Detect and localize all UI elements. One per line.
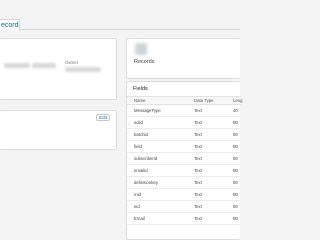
- field-name: solid: [134, 120, 143, 125]
- tab-records[interactable]: ecords: [0, 19, 20, 31]
- table-row: emailid Text 50: [127, 165, 241, 177]
- field-type: Text: [194, 144, 202, 149]
- field-name: emailid: [134, 168, 148, 173]
- field-name: MessageType: [134, 108, 161, 113]
- field-length: 50: [233, 204, 238, 209]
- redacted-owner-name: [65, 67, 101, 72]
- owner-label: Owner: [65, 60, 79, 65]
- field-name: definitionkey: [134, 180, 158, 185]
- table-row: MessageType Text 40: [127, 105, 241, 117]
- table-row: field Text 50: [127, 141, 241, 153]
- details-panel: Owner: [0, 38, 117, 100]
- field-length: 40: [233, 108, 238, 113]
- record-icon: [135, 43, 147, 55]
- table-row: mid Text 50: [127, 189, 241, 201]
- table-row: batchid Text 50: [127, 129, 241, 141]
- description-panel: Edit: [0, 110, 117, 150]
- fields-panel: Fields Name Data Type Leng MessageType T…: [126, 81, 243, 240]
- table-row: eid Text 50: [127, 201, 241, 213]
- field-type: Text: [194, 156, 202, 161]
- field-type: Text: [194, 132, 202, 137]
- field-length: 50: [233, 156, 238, 161]
- redacted-field-value: [32, 63, 56, 68]
- column-header-length[interactable]: Leng: [233, 98, 243, 103]
- field-length: 50: [233, 144, 238, 149]
- field-type: Text: [194, 120, 202, 125]
- column-header-name[interactable]: Name: [134, 98, 145, 103]
- record-summary-panel: Records: [126, 38, 240, 79]
- fields-table-header: Name Data Type Leng: [127, 97, 243, 105]
- field-length: 50: [233, 180, 238, 185]
- fields-title: Fields: [133, 86, 148, 92]
- field-type: Text: [194, 216, 202, 221]
- field-type: Text: [194, 168, 202, 173]
- field-name: mid: [134, 192, 141, 197]
- column-header-data-type[interactable]: Data Type: [194, 98, 214, 103]
- field-length: 50: [233, 216, 238, 221]
- edit-button[interactable]: Edit: [96, 114, 110, 121]
- table-row: definitionkey Text 50: [127, 177, 241, 189]
- field-length: 50: [233, 192, 238, 197]
- field-length: 50: [233, 132, 238, 137]
- field-length: 50: [233, 120, 238, 125]
- field-type: Text: [194, 192, 202, 197]
- field-name: Email: [134, 216, 145, 221]
- redacted-field-value: [4, 63, 30, 68]
- field-name: field: [134, 144, 142, 149]
- field-length: 50: [233, 168, 238, 173]
- table-row: solid Text 50: [127, 117, 241, 129]
- field-name: subscriberid: [134, 156, 158, 161]
- field-type: Text: [194, 204, 202, 209]
- tab-bar: ecords: [0, 0, 240, 31]
- table-row: subscriberid Text 50: [127, 153, 241, 165]
- field-type: Text: [194, 108, 202, 113]
- field-name: batchid: [134, 132, 148, 137]
- table-row: Email Text 50: [127, 213, 241, 225]
- records-label: Records: [134, 59, 155, 65]
- field-type: Text: [194, 180, 202, 185]
- field-name: eid: [134, 204, 140, 209]
